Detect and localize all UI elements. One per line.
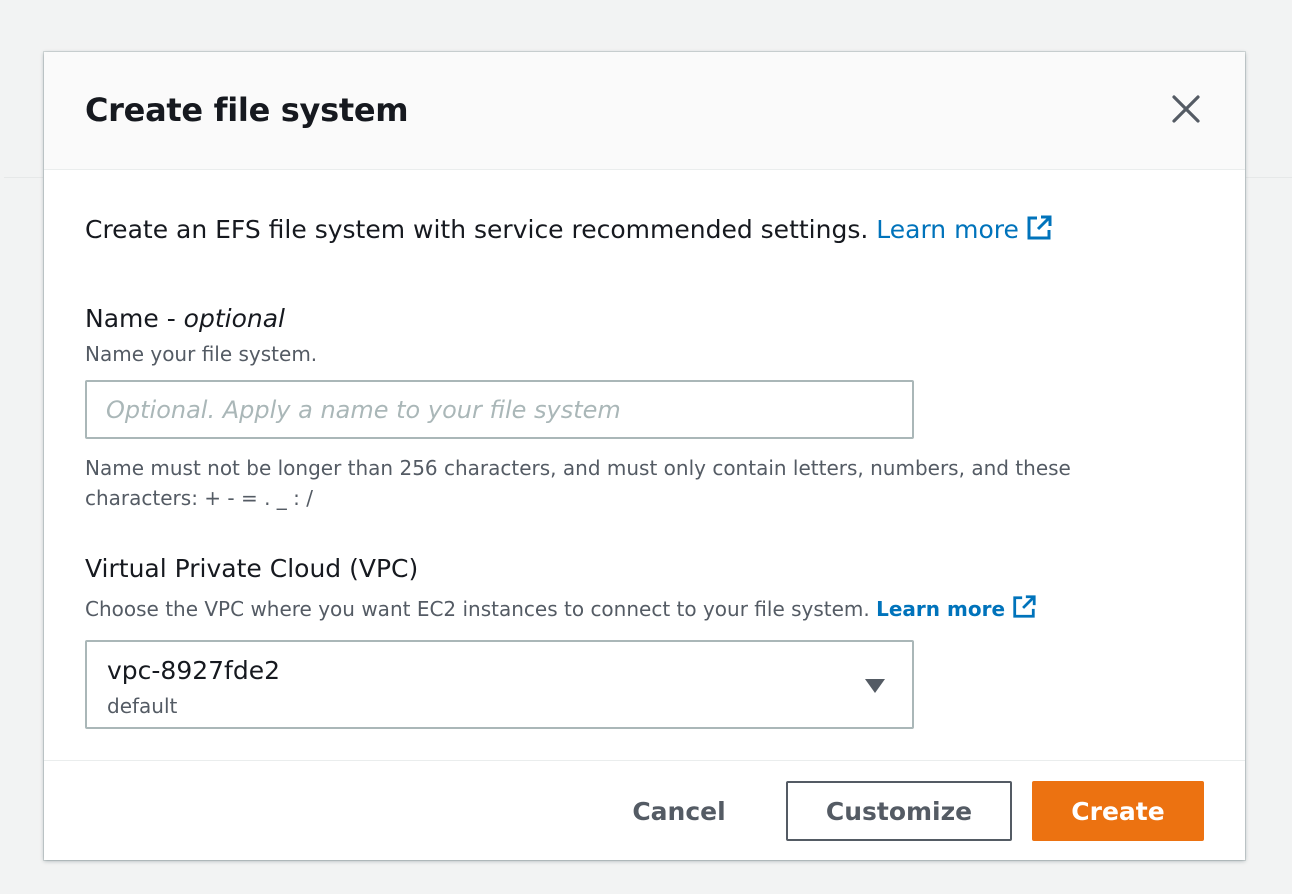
vpc-field-label: Virtual Private Cloud (VPC) [85, 554, 419, 583]
name-input[interactable] [85, 380, 914, 439]
vpc-select[interactable]: vpc-8927fde2 default [85, 640, 914, 729]
create-button[interactable]: Create [1032, 781, 1204, 841]
name-field-description: Name your file system. [85, 342, 318, 366]
vpc-learn-more-link[interactable]: Learn more [876, 595, 1037, 621]
modal-body: Create an EFS file system with service r… [44, 170, 1245, 760]
modal-header: Create file system [44, 52, 1245, 170]
optional-label: optional [183, 304, 285, 333]
close-button[interactable] [1171, 94, 1201, 124]
modal-footer: Cancel Customize Create [44, 760, 1245, 860]
caret-down-icon [865, 679, 885, 693]
name-field-label: Name - optional [85, 304, 285, 333]
intro-text: Create an EFS file system with service r… [85, 214, 1053, 244]
vpc-selected-sub: default [107, 694, 178, 718]
intro-description: Create an EFS file system with service r… [85, 215, 869, 244]
name-constraint-text: Name must not be longer than 256 charact… [85, 456, 1071, 510]
cancel-button[interactable]: Cancel [604, 781, 754, 841]
close-icon [1172, 95, 1200, 123]
external-link-icon [1027, 215, 1052, 240]
intro-learn-more-link[interactable]: Learn more [876, 215, 1053, 244]
vpc-selected-value: vpc-8927fde2 [107, 656, 281, 685]
vpc-field-description: Choose the VPC where you want EC2 instan… [85, 594, 1037, 621]
modal-title: Create file system [85, 91, 409, 129]
customize-button[interactable]: Customize [786, 781, 1012, 841]
external-link-icon [1013, 595, 1036, 618]
create-file-system-modal: Create file system Create an EFS file sy… [44, 52, 1245, 860]
